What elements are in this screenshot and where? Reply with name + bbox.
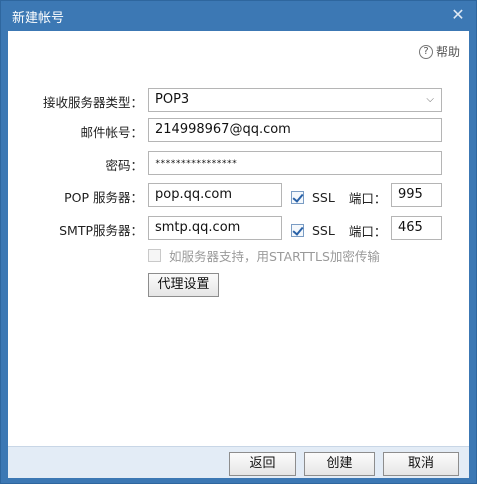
title-bar[interactable]: 新建帐号 ✕ (1, 1, 476, 31)
password-field[interactable]: **************** (148, 151, 442, 175)
server-type-value: POP3 (155, 92, 190, 107)
server-type-select[interactable]: POP3 ⌵ (148, 88, 442, 112)
proxy-settings-button[interactable]: 代理设置 (148, 273, 219, 297)
smtp-server-value: smtp.qq.com (155, 220, 241, 235)
email-value: 214998967@qq.com (155, 122, 291, 137)
email-label: 邮件帐号： (80, 125, 143, 140)
server-type-label: 接收服务器类型： (42, 95, 143, 110)
pop-server-label: POP 服务器： (64, 190, 143, 205)
help-label: 帮助 (435, 45, 460, 59)
cancel-button[interactable]: 取消 (383, 452, 459, 476)
create-button[interactable]: 创建 (304, 452, 375, 476)
smtp-server-label: SMTP服务器： (59, 223, 143, 238)
pop-port-value: 995 (398, 187, 423, 202)
help-link[interactable]: ? 帮助 (418, 43, 460, 60)
pop-server-value: pop.qq.com (155, 187, 232, 202)
dialog-footer: 返回 创建 取消 (8, 446, 469, 478)
smtp-port-value: 465 (398, 220, 423, 235)
chevron-down-icon: ⌵ (426, 94, 434, 105)
back-button[interactable]: 返回 (229, 452, 296, 476)
pop-ssl-label: SSL (312, 190, 335, 205)
password-value: **************** (155, 159, 237, 169)
smtp-ssl-group: SSL 端口： (291, 221, 389, 240)
smtp-port-label: 端口： (348, 224, 387, 239)
email-field[interactable]: 214998967@qq.com (148, 118, 442, 142)
dialog-content: ? 帮助 接收服务器类型： POP3 ⌵ 邮件帐号： 214998967@qq.… (8, 31, 469, 446)
pop-ssl-checkbox[interactable] (291, 191, 304, 204)
pop-port-label: 端口： (348, 191, 387, 206)
smtp-port-field[interactable]: 465 (391, 216, 442, 240)
starttls-label: 如服务器支持，用STARTTLS加密传输 (169, 249, 380, 264)
pop-port-field[interactable]: 995 (391, 183, 442, 207)
smtp-ssl-checkbox[interactable] (291, 224, 304, 237)
pop-server-field[interactable]: pop.qq.com (148, 183, 282, 207)
help-circle-icon: ? (418, 44, 433, 59)
new-account-dialog: 新建帐号 ✕ ? 帮助 接收服务器类型： POP3 ⌵ 邮件帐号： 214998… (0, 0, 477, 484)
starttls-option: 如服务器支持，用STARTTLS加密传输 (148, 246, 380, 265)
smtp-server-field[interactable]: smtp.qq.com (148, 216, 282, 240)
password-label: 密码： (105, 158, 143, 173)
dialog-title: 新建帐号 (12, 11, 65, 26)
starttls-checkbox[interactable] (148, 249, 161, 262)
smtp-ssl-label: SSL (312, 223, 335, 238)
pop-ssl-group: SSL 端口： (291, 188, 389, 207)
close-icon[interactable]: ✕ (448, 5, 468, 25)
